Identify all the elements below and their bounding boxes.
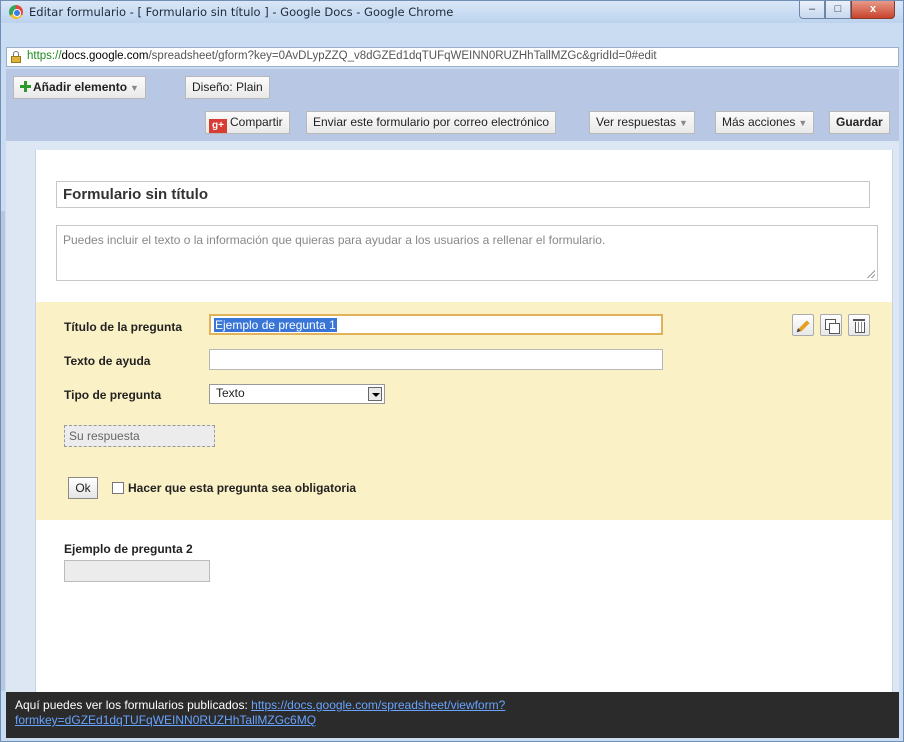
question-editor-panel: Título de la pregunta Ejemplo de pregunt…	[36, 302, 892, 520]
duplicate-icon[interactable]	[820, 314, 842, 336]
title-bar: Editar formulario - [ Formulario sin tít…	[1, 1, 903, 23]
question-type-label: Tipo de pregunta	[64, 388, 162, 402]
help-text-input[interactable]	[209, 349, 663, 370]
view-responses-button[interactable]: Ver respuestas ▼	[589, 111, 695, 134]
document-area: Formulario sin título Puedes incluir el …	[6, 141, 899, 692]
resize-grip-icon[interactable]	[867, 270, 875, 278]
dropdown-arrow-icon: ▼	[130, 83, 139, 93]
edit-pencil-icon[interactable]	[792, 314, 814, 336]
minimize-button[interactable]: –	[799, 1, 825, 19]
address-bar[interactable]: https://docs.google.com/spreadsheet/gfor…	[6, 47, 899, 67]
published-form-link[interactable]: https://docs.google.com/spreadsheet/view…	[251, 698, 505, 712]
close-button[interactable]: x	[851, 1, 895, 19]
footer-text: Aquí puedes ver los formularios publicad…	[15, 698, 248, 712]
question-title-input[interactable]: Ejemplo de pregunta 1	[209, 314, 663, 335]
form-description-field[interactable]: Puedes incluir el texto o la información…	[56, 225, 878, 281]
question-title-label: Título de la pregunta	[64, 320, 183, 334]
form-editor: Formulario sin título Puedes incluir el …	[35, 150, 893, 692]
email-form-button[interactable]: Enviar este formulario por correo electr…	[306, 111, 557, 134]
url-text[interactable]: https://docs.google.com/spreadsheet/gfor…	[27, 50, 657, 62]
maximize-button[interactable]: □	[825, 1, 851, 19]
chrome-logo-icon	[9, 5, 23, 19]
plus-icon	[20, 81, 31, 92]
ok-button[interactable]: Ok	[68, 477, 98, 499]
published-form-link-cont[interactable]: formkey=dGZEd1dqTUFqWEINN0RUZHhTallMZGc6…	[15, 713, 316, 727]
left-scroll-edge	[1, 211, 5, 691]
add-item-button[interactable]: Añadir elemento ▼	[13, 76, 146, 99]
editor-toolbar-top: Añadir elemento ▼ Diseño: Plain	[6, 69, 899, 105]
question-type-select[interactable]: Texto	[209, 384, 385, 404]
question-2-answer-preview	[64, 560, 210, 582]
save-button[interactable]: Guardar	[829, 111, 890, 134]
dropdown-arrow-icon: ▼	[798, 118, 808, 128]
more-actions-button[interactable]: Más acciones ▼	[715, 111, 815, 134]
answer-preview: Su respuesta	[64, 425, 215, 447]
theme-button[interactable]: Diseño: Plain	[185, 76, 270, 99]
google-plus-icon: g+	[209, 119, 227, 133]
chevron-down-icon	[368, 387, 382, 401]
lock-icon	[11, 51, 21, 63]
required-label: Hacer que esta pregunta sea obligatoria	[128, 481, 357, 495]
form-title-field[interactable]: Formulario sin título	[56, 181, 870, 208]
window-title: Editar formulario - [ Formulario sin tít…	[29, 5, 454, 19]
browser-window: Editar formulario - [ Formulario sin tít…	[0, 0, 904, 742]
editor-toolbar-bottom: g+ Compartir Enviar este formulario por c…	[6, 105, 899, 141]
question-2-title[interactable]: Ejemplo de pregunta 2	[64, 542, 193, 556]
share-button[interactable]: g+ Compartir	[205, 111, 290, 134]
published-forms-bar: Aquí puedes ver los formularios publicad…	[6, 692, 899, 738]
help-text-label: Texto de ayuda	[64, 354, 151, 368]
dropdown-arrow-icon: ▼	[679, 118, 688, 128]
delete-trash-icon[interactable]	[848, 314, 870, 336]
required-checkbox[interactable]	[112, 482, 124, 494]
description-placeholder: Puedes incluir el texto o la información…	[63, 233, 606, 247]
window-controls: – □ x	[799, 1, 895, 19]
